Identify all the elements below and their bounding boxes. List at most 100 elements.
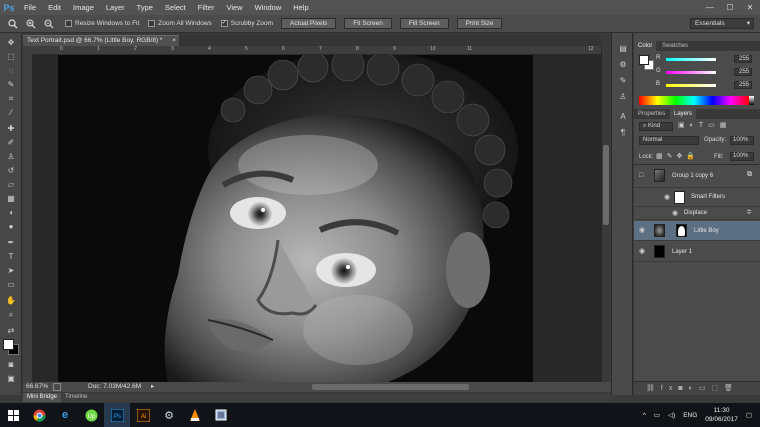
layer-row-little-boy[interactable]: ◉ Little Boy <box>634 221 760 241</box>
paragraph-panel-icon[interactable]: ¶ <box>616 127 630 139</box>
checkbox-checked[interactable]: ✓ <box>220 20 228 27</box>
layer-name[interactable]: Displace <box>684 210 707 216</box>
layer-name[interactable]: Group 1 copy 6 <box>672 173 713 179</box>
green-slider[interactable]: G 255 <box>656 68 756 77</box>
upwork-icon[interactable]: Up <box>78 403 104 427</box>
path-select-tool-icon[interactable]: ➤ <box>4 265 18 277</box>
screen-mode-icon[interactable]: ▣ <box>4 373 18 385</box>
close-tab-icon[interactable]: × <box>172 36 176 46</box>
vlc-icon[interactable] <box>182 403 208 427</box>
layer-name[interactable]: Smart Filters <box>691 194 725 200</box>
export-icon[interactable] <box>53 383 61 391</box>
eye-icon[interactable]: ◉ <box>664 193 670 201</box>
zoom-in-icon[interactable] <box>24 17 38 30</box>
filter-type-icons[interactable]: ▣◐T▭▦ <box>678 121 731 129</box>
blue-value[interactable]: 255 <box>734 81 752 89</box>
quick-select-tool-icon[interactable]: ✎ <box>4 79 18 91</box>
pen-tool-icon[interactable]: ✒ <box>4 237 18 249</box>
red-value[interactable]: 255 <box>734 55 752 63</box>
zoom-level[interactable]: 66.67% <box>26 382 48 392</box>
notifications-icon[interactable]: ▢ <box>746 411 752 419</box>
menu-filter[interactable]: Filter <box>192 0 221 15</box>
close-button[interactable]: ✕ <box>740 0 760 15</box>
tab-color[interactable]: Color <box>634 41 657 51</box>
color-fg-swatch[interactable] <box>639 55 649 65</box>
filter-kind-select[interactable]: ⌕ Kind <box>639 122 673 131</box>
blur-tool-icon[interactable]: ◖ <box>4 207 18 219</box>
chrome-icon[interactable] <box>26 403 52 427</box>
layer-row-displace[interactable]: ◉ Displace ≑ <box>634 208 760 220</box>
blue-slider[interactable]: B 255 <box>656 81 756 90</box>
clone-stamp-tool-icon[interactable]: ♙ <box>4 151 18 163</box>
gradient-tool-icon[interactable]: ▦ <box>4 193 18 205</box>
resize-windows-checkbox[interactable]: Resize Windows to Fit <box>65 20 139 27</box>
tray-up-arrow-icon[interactable]: ^ <box>643 412 646 419</box>
windows-start-icon[interactable] <box>0 403 26 427</box>
horizontal-scroll-thumb[interactable] <box>312 384 469 390</box>
tab-properties[interactable]: Properties <box>634 109 669 119</box>
layer-row-smart-filters[interactable]: ◉ Smart Filters <box>634 189 760 207</box>
history-brush-tool-icon[interactable]: ↺ <box>4 165 18 177</box>
color-spectrum[interactable] <box>639 96 749 105</box>
hand-tool-icon[interactable]: ✋ <box>4 295 18 307</box>
menu-window[interactable]: Window <box>249 0 288 15</box>
illustrator-icon[interactable]: Ai <box>130 403 156 427</box>
tab-swatches[interactable]: Swatches <box>658 41 692 51</box>
layer-row-layer1[interactable]: ◉ Layer 1 <box>634 242 760 262</box>
checkbox-box[interactable] <box>65 20 72 27</box>
eraser-tool-icon[interactable]: ▱ <box>4 179 18 191</box>
zoom-tool-icon[interactable] <box>6 17 20 30</box>
brush-panel-icon[interactable]: ✎ <box>616 75 630 87</box>
layer-name[interactable]: Layer 1 <box>672 249 692 255</box>
move-tool-icon[interactable]: ✥ <box>4 37 18 49</box>
workspace-select[interactable]: Essentials ▾ <box>690 18 754 29</box>
lock-icons[interactable]: ▦✎✥🔒 <box>656 152 699 160</box>
red-slider[interactable]: R 255 <box>656 55 756 64</box>
shape-tool-icon[interactable]: ▭ <box>4 279 18 291</box>
zoom-tool-side-icon[interactable]: ⌕ <box>4 309 18 321</box>
language-indicator[interactable]: ENG <box>683 412 697 419</box>
scrubby-zoom-checkbox[interactable]: ✓ Scrubby Zoom <box>220 20 273 27</box>
menu-edit[interactable]: Edit <box>42 0 67 15</box>
blend-mode-select[interactable]: Normal <box>639 136 699 145</box>
menu-select[interactable]: Select <box>159 0 192 15</box>
marquee-tool-icon[interactable]: ⬚ <box>4 51 18 63</box>
green-track[interactable] <box>666 71 716 74</box>
menu-view[interactable]: View <box>220 0 248 15</box>
layers-footer-icons[interactable]: ⛓fx◙◐▭⬚🗑 <box>634 381 760 395</box>
print-size-button[interactable]: Print Size <box>456 18 503 29</box>
volume-icon[interactable]: ◁) <box>668 411 675 419</box>
layer-row-group[interactable]: □ Group 1 copy 6 ⧉ <box>634 166 760 188</box>
green-value[interactable]: 255 <box>734 68 752 76</box>
fit-screen-button[interactable]: Fit Screen <box>344 18 392 29</box>
type-tool-icon[interactable]: T <box>4 251 18 263</box>
dodge-tool-icon[interactable]: ● <box>4 221 18 233</box>
menu-image[interactable]: Image <box>67 0 100 15</box>
fill-screen-button[interactable]: Fill Screen <box>399 18 449 29</box>
quick-mask-icon[interactable]: ◙ <box>4 359 18 371</box>
lasso-tool-icon[interactable]: ◌ <box>4 65 18 77</box>
edge-icon[interactable]: e <box>52 403 78 427</box>
menu-type[interactable]: Type <box>131 0 159 15</box>
canvas-photo[interactable] <box>58 55 533 382</box>
swap-colors-icon[interactable]: ⇄ <box>4 325 18 337</box>
steam-icon[interactable]: ⚙ <box>156 403 182 427</box>
history-panel-icon[interactable]: ▤ <box>616 43 630 55</box>
fill-input[interactable]: 100% <box>730 152 754 161</box>
zoom-out-icon[interactable] <box>42 17 56 30</box>
eyedropper-tool-icon[interactable]: ⁄ <box>4 107 18 119</box>
red-track[interactable] <box>666 58 716 61</box>
minimize-button[interactable]: — <box>700 0 720 15</box>
zoom-all-checkbox[interactable]: Zoom All Windows <box>148 20 212 27</box>
character-panel-icon[interactable]: A <box>616 111 630 123</box>
eye-icon[interactable]: ◉ <box>639 226 645 234</box>
menu-file[interactable]: File <box>18 0 42 15</box>
tab-mini-bridge[interactable]: Mini Bridge <box>23 393 62 402</box>
filter-options-icon[interactable]: ≑ <box>746 208 752 216</box>
menu-help[interactable]: Help <box>287 0 314 15</box>
status-arrow-icon[interactable]: ▸ <box>151 382 154 392</box>
network-icon[interactable]: ▭ <box>654 411 660 419</box>
tab-layers[interactable]: Layers <box>670 109 697 119</box>
blue-track[interactable] <box>666 84 716 87</box>
vertical-scroll-thumb[interactable] <box>603 145 609 225</box>
